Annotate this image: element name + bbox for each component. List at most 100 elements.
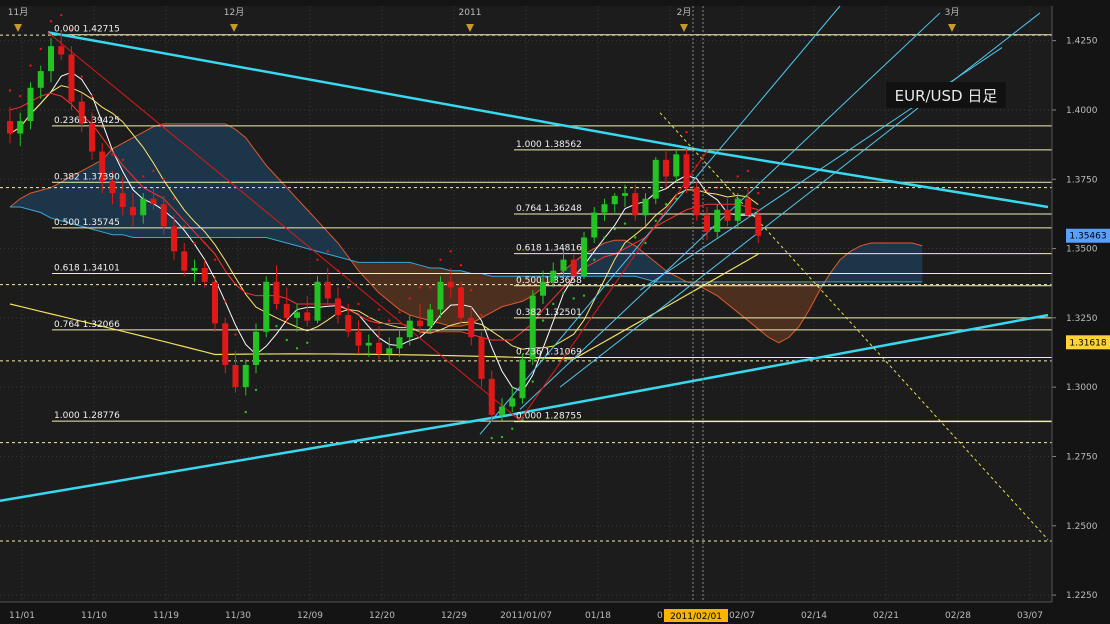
sar-dot [459,263,463,267]
date-tick-label: 02/28 [945,611,971,621]
candle-bull [17,121,24,134]
candle-bear [488,378,495,415]
candle-bear [345,315,352,332]
sar-dot [295,347,299,350]
sar-dot [49,20,53,23]
candle-bear [273,281,280,304]
candle-bear [324,281,331,299]
candle-bull [734,198,741,221]
candle-bear [119,193,126,207]
candle-bear [745,198,751,216]
sar-dot [593,258,596,261]
price-tick-label: 1.3250 [1066,314,1098,324]
sar-dot [562,291,565,295]
sar-dot [572,297,575,300]
sar-dot [757,191,760,195]
fib-left-label: 0.236 1.39425 [54,116,120,126]
candle-bear [171,226,177,252]
fib-left-label: 0.500 1.35745 [54,218,120,228]
sar-dot [644,241,647,245]
candle-bull [673,154,680,177]
candle-bull [140,198,147,216]
candle-bear [376,342,382,354]
candle-bear [704,215,710,232]
date-tick-label: 12/20 [369,611,395,621]
candle-bear [283,304,290,318]
price-tick-label: 1.2750 [1066,452,1098,462]
date-tick-label: 01/18 [585,611,611,621]
sar-dot [121,158,124,162]
sar-dot [388,319,391,322]
sar-dot [664,203,668,206]
sar-dot [531,380,534,383]
candle-bear [222,323,229,365]
sar-dot [500,435,504,439]
sar-dot [408,297,411,300]
month-marker-label: 2011 [459,8,482,18]
month-marker-label: 11月 [8,7,28,18]
fib-right-label: 0.236 1.31069 [516,348,582,358]
sar-dot [552,302,555,306]
sar-dot [285,338,288,342]
candle-bear [212,281,218,324]
date-tick-label: 11/01 [9,611,35,621]
sar-dot [265,352,268,356]
candle-bull [714,209,721,232]
sar-dot [172,197,176,200]
candle-bull [37,71,44,88]
fib-right-label: 0.382 1.32501 [516,308,582,318]
candle-bull [622,193,628,196]
sar-dot [8,89,12,92]
candle-bull [437,281,444,310]
date-tick-label: 02/14 [801,611,827,621]
candle-bull [314,281,321,321]
fib-left-label: 1.000 1.28776 [54,411,120,421]
candle-bear [304,312,311,321]
candle-bear [683,154,690,188]
sar-dot [254,388,258,392]
sar-dot [377,308,381,311]
sar-dot [367,316,370,320]
sar-dot [39,47,42,51]
candle-bear [355,331,362,346]
candle-bear [109,182,116,194]
candle-bear [150,198,157,205]
candlestick-chart[interactable]: 0.000 1.42715 0.236 1.39425 0.382 1.37390 0… [0,0,1110,624]
sar-dot [449,250,452,253]
sar-dot [19,94,22,98]
sar-dot [470,288,473,292]
sar-dot [152,169,155,173]
candle-bear [447,281,454,288]
candle-bear [89,123,95,152]
date-tick-label: 03/07 [1017,611,1043,621]
sar-dot [306,341,309,345]
price-tick-label: 1.4000 [1066,106,1098,116]
date-tick-label: 12/29 [441,611,467,621]
candle-bull [386,348,393,354]
candle-bear [68,54,75,102]
sar-dot [603,236,606,239]
sar-dot [398,311,401,314]
chart-window: 0.000 1.42715 0.236 1.39425 0.382 1.37390 0… [0,0,1110,624]
date-tick-label: 11/30 [225,611,251,621]
sar-dot [654,219,657,223]
candle-bull [263,281,270,332]
date-tick-label: 02/07 [729,611,755,621]
price-tick-label: 1.2500 [1066,522,1098,532]
sar-dot [162,178,165,181]
sar-dot [60,13,63,17]
candle-bull [242,364,249,388]
candle-bear [570,259,577,277]
price-tag-label: 1.35463 [1069,232,1106,242]
candle-bull [642,198,649,216]
sar-dot [582,294,586,297]
fib-left-label: 0.382 1.37390 [54,172,120,182]
price-tick-label: 1.3500 [1066,245,1098,255]
price-tick-label: 1.3000 [1066,383,1098,393]
candle-bear [458,287,464,318]
price-tick-label: 1.3750 [1066,175,1098,185]
candle-bull [509,398,516,407]
candle-bear [335,298,341,316]
sar-dot [111,153,114,156]
title-box: EUR/USD 日足 [886,82,1006,108]
